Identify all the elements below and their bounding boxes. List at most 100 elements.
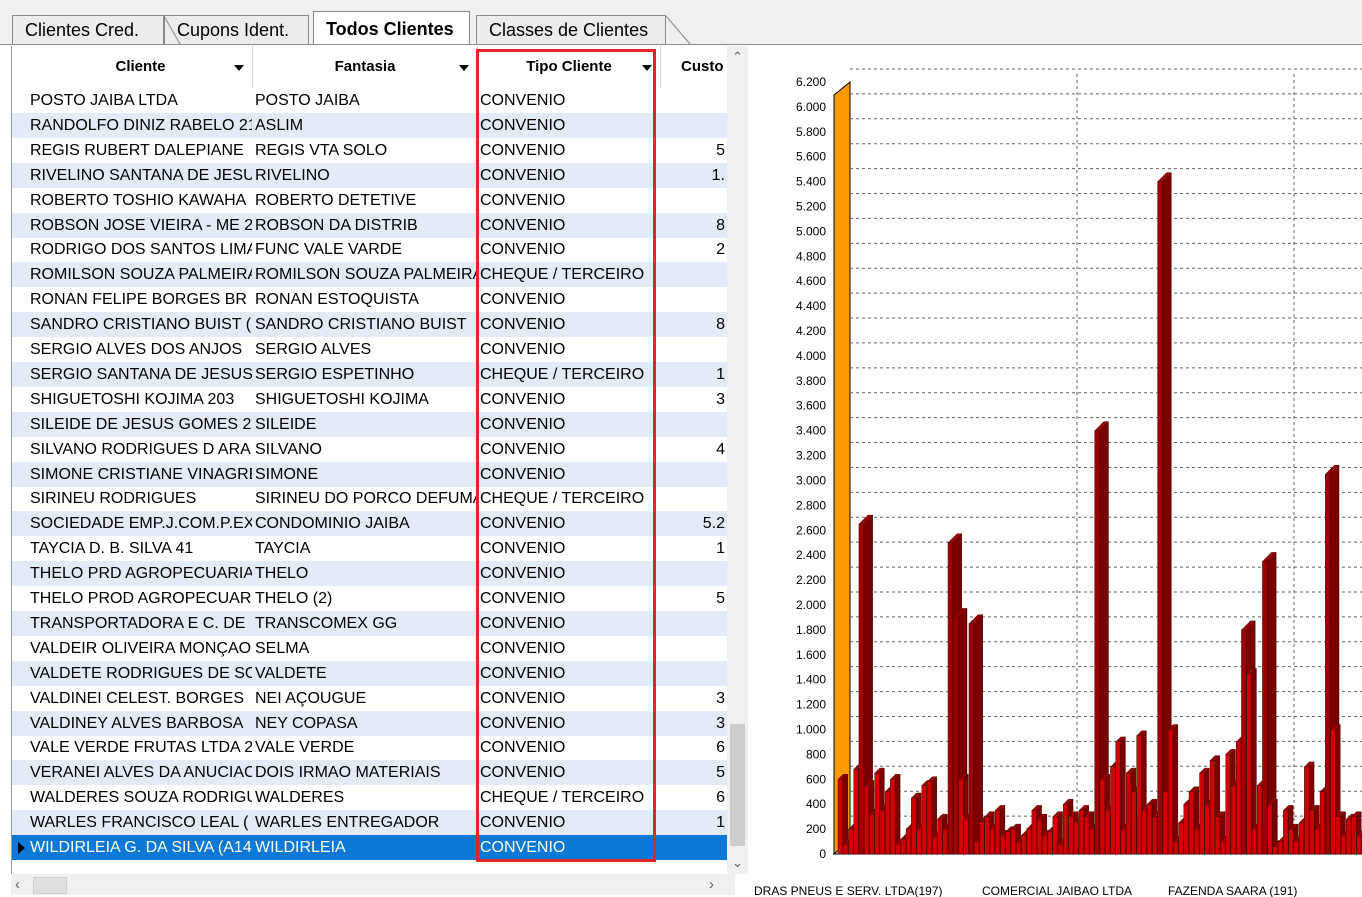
table-row[interactable]: SIRINEU RODRIGUES SIRINEU DO PORCO DEFUMA… [12, 486, 727, 511]
table-row[interactable]: SILEIDE DE JESUS GOMES 2 SILEIDE CONVENIO [12, 411, 727, 437]
cell-fantasia: NEY COPASA [255, 714, 358, 732]
table-row[interactable]: REGIS RUBERT DALEPIANE REGIS VTA SOLO CONV… [12, 138, 727, 163]
cell-custo: 2 [716, 241, 725, 259]
table-row[interactable]: SIMONE CRISTIANE VINAGRE SIMONE CONVENIO [12, 461, 727, 487]
table-row[interactable]: RODRIGO DOS SANTOS LIMA FUNC VALE VARDE CO… [12, 237, 727, 262]
table-row[interactable]: ROMILSON SOUZA PALMEIRA ROMILSON SOUZA PA… [12, 262, 727, 288]
table-row[interactable]: SERGIO SANTANA DE JESUS SERGIO ESPETINHO C… [12, 361, 727, 387]
scroll-right-icon[interactable]: › [709, 876, 714, 893]
cell-tipo-cliente: CONVENIO [480, 664, 566, 682]
cell-tipo-cliente: CONVENIO [480, 141, 566, 159]
table-row[interactable]: SHIGUETOSHI KOJIMA 203 SHIGUETOSHI KOJIMA… [12, 387, 727, 412]
cell-fantasia: DOIS IRMAO MATERIAIS [255, 764, 441, 782]
table-row[interactable]: TAYCIA D. B. SILVA 41 TAYCIA CONVENIO 1 [12, 536, 727, 561]
column-header-tipo-cliente[interactable]: Tipo Cliente [478, 46, 661, 88]
table-row[interactable]: ROBSON JOSE VIEIRA - ME 2 ROBSON DA DISTR… [12, 212, 727, 238]
bar [1215, 816, 1221, 855]
y-tick-label: 4.400 [796, 299, 826, 313]
cell-tipo-cliente: CONVENIO [480, 614, 566, 632]
cell-custo: 4 [716, 440, 725, 458]
table-row[interactable]: TRANSPORTADORA E C. DE TRANSCOMEX GG CONVE… [12, 610, 727, 636]
cell-fantasia: SIRINEU DO PORCO DEFUMA [255, 490, 477, 508]
bar [1188, 791, 1195, 855]
cell-tipo-cliente: CONVENIO [480, 714, 566, 732]
bar [1262, 561, 1268, 855]
cell-custo [667, 337, 725, 362]
cell-fantasia: SILVANO [255, 440, 322, 458]
cell-fantasia: FUNC VALE VARDE [255, 241, 402, 259]
bar [1052, 816, 1058, 855]
bar [1230, 785, 1236, 855]
table-row[interactable]: SERGIO ALVES DOS ANJOS SERGIO ALVES CONVEN… [12, 337, 727, 362]
scroll-thumb[interactable] [730, 724, 745, 846]
cell-custo: 6 [716, 789, 725, 807]
bar [953, 617, 959, 855]
cell-cliente: RODRIGO DOS SANTOS LIMA [30, 241, 252, 259]
table-row[interactable]: RONAN FELIPE BORGES BR RONAN ESTOQUISTA CO… [12, 287, 727, 312]
cell-fantasia: SILEIDE [255, 415, 317, 433]
bar [1110, 766, 1116, 855]
dropdown-arrow-icon[interactable] [234, 65, 244, 71]
column-header-custo[interactable]: Custo [661, 46, 727, 88]
table-row[interactable]: ROBERTO TOSHIO KAWAHA ROBERTO DETETIVE CON… [12, 188, 727, 213]
cell-tipo-cliente: CONVENIO [480, 341, 566, 358]
table-row[interactable]: WARLES FRANCISCO LEAL (WARLES ENTREGADOR… [12, 810, 727, 836]
column-header-label: Fantasia [334, 58, 396, 75]
y-tick-label: 3.400 [796, 424, 826, 438]
scroll-left-icon[interactable]: ‹ [15, 876, 20, 893]
table-row[interactable]: VALDEIR OLIVEIRA MONÇAO SELMA CONVENIO [12, 636, 727, 661]
cell-tipo-cliente: CONVENIO [480, 415, 566, 433]
cell-custo [667, 661, 725, 686]
table-row[interactable]: RANDOLFO DINIZ RABELO 21 ASLIM CONVENIO [12, 112, 727, 138]
cell-custo: 1 [716, 365, 725, 383]
cell-tipo-cliente: CONVENIO [480, 116, 566, 134]
table-row[interactable]: SOCIEDADE EMP.J.COM.P.EX CONDOMINIO JAIBA… [12, 511, 727, 537]
cell-custo: 1 [716, 540, 725, 558]
bar [1031, 810, 1037, 855]
table-row[interactable]: RIVELINO SANTANA DE JESU RIVELINO CONVENIO… [12, 162, 727, 188]
bar [1356, 835, 1362, 855]
bar [1267, 803, 1273, 855]
cell-fantasia: THELO [255, 565, 309, 583]
vertical-scrollbar[interactable]: ⌃ ⌄ [727, 46, 748, 874]
cell-tipo-cliente: CONVENIO [480, 739, 566, 757]
y-tick-label: 6.200 [796, 75, 826, 89]
bar [1351, 816, 1357, 855]
cell-tipo-cliente: CONVENIO [480, 839, 566, 856]
cell-fantasia: SIMONE [255, 465, 319, 483]
table-row[interactable]: VALDINEY ALVES BARBOSA NEY COPASA CONVENIO… [12, 710, 727, 736]
table-row[interactable]: VALDINEI CELEST. BORGES NEI AÇOUGUE CONVEN… [12, 686, 727, 711]
cell-cliente: POSTO JAIBA LTDA [30, 92, 178, 109]
table-row[interactable]: VERANEI ALVES DA ANUCIAC DOIS IRMAO MATER… [12, 760, 727, 786]
bar [1340, 835, 1347, 855]
table-row[interactable]: VALDETE RODRIGUES DE SO VALDETE CONVENIO [12, 660, 727, 686]
y-tick-label: 5.400 [796, 175, 826, 189]
table-row[interactable]: WALDERES SOUZA RODRIGU WALDERES CHEQUE / T… [12, 785, 727, 810]
table-row[interactable]: WILDIRLEIA G. DA SILVA (A14 WILDIRLEIA CON… [12, 835, 727, 860]
column-header-cliente[interactable]: Cliente [29, 46, 253, 88]
table-row[interactable]: VALE VERDE FRUTAS LTDA 2 VALE VERDE CONVEN… [12, 735, 727, 760]
bar [916, 828, 922, 855]
dropdown-arrow-icon[interactable] [642, 65, 652, 71]
y-tick-label: 5.600 [796, 150, 826, 164]
bar [932, 837, 938, 855]
y-tick-label: 4.800 [796, 249, 826, 263]
cell-fantasia: REGIS VTA SOLO [255, 141, 388, 159]
column-header-fantasia[interactable]: Fantasia [253, 46, 478, 88]
x-tick-label: FAZENDA SAARA (191) [1168, 884, 1297, 897]
scroll-thumb-horizontal[interactable] [33, 877, 67, 894]
scroll-down-icon[interactable]: ⌄ [732, 856, 743, 869]
table-row[interactable]: SILVANO RODRIGUES D ARA SILVANO CONVENIO 4 [12, 437, 727, 462]
cell-cliente: SILEIDE DE JESUS GOMES 2 [30, 415, 252, 433]
table-row[interactable]: SANDRO CRISTIANO BUIST (SANDRO CRISTIANO… [12, 312, 727, 338]
bar [1015, 842, 1022, 855]
cell-cliente: WARLES FRANCISCO LEAL ( [30, 814, 249, 832]
horizontal-scrollbar[interactable]: ‹ › [11, 874, 735, 895]
bar [1021, 835, 1027, 855]
dropdown-arrow-icon[interactable] [459, 65, 469, 71]
scroll-up-icon[interactable]: ⌃ [732, 50, 743, 63]
table-row[interactable]: POSTO JAIBA LTDA POSTO JAIBA CONVENIO [12, 88, 727, 113]
table-row[interactable]: THELO PRD AGROPECUARIA THELO CONVENIO [12, 561, 727, 587]
table-row[interactable]: THELO PROD AGROPECUAR THELO (2) CONVENIO 5 [12, 586, 727, 611]
y-tick-label: 5.200 [796, 200, 826, 214]
